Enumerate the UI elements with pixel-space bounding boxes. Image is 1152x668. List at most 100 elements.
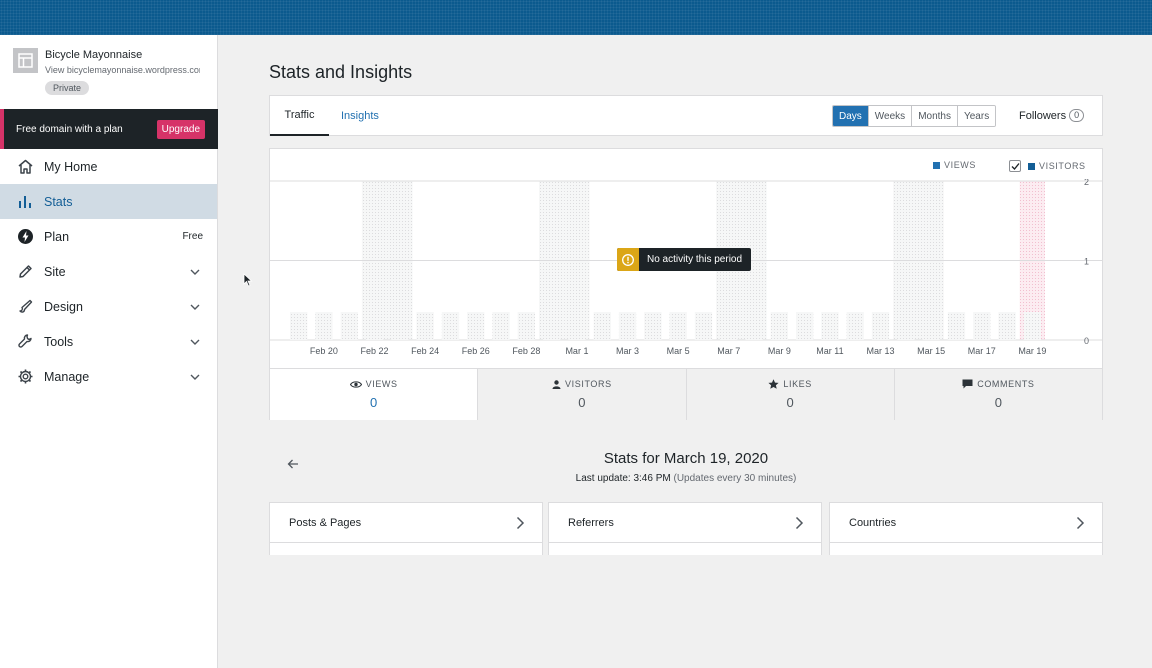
followers-label: Followers [1019,109,1067,122]
chart-bar [593,312,611,340]
tab-traffic[interactable]: Traffic [270,96,329,136]
sidebar-item-manage[interactable]: Manage [0,359,217,394]
site-card[interactable]: Bicycle Mayonnaise View bicyclemayonnais… [0,35,217,109]
upgrade-button[interactable]: Upgrade [156,119,205,139]
chart-bar [290,312,308,340]
chart-bar [467,312,485,340]
chart-bar [492,312,510,340]
chart-bar [669,312,687,340]
summary-tab-views[interactable]: VIEWS 0 [270,369,478,420]
period-days-button[interactable]: Days [833,106,868,126]
wrench-icon [18,334,32,348]
chart-bar [871,312,890,340]
sidebar-item-label: Design [44,299,83,314]
sidebar-item-label: Plan [44,229,70,244]
sidebar-item-plan[interactable]: Plan Free [0,219,217,254]
chart-bar [720,312,738,340]
chevron-down-icon[interactable] [189,336,201,348]
legend-visitors-label: VISITORS [1039,161,1086,171]
visitors-checkbox[interactable] [1009,160,1021,172]
chart-bar [517,312,535,340]
summary-views-value: 0 [370,395,378,410]
chart-bar [897,312,915,340]
chevron-right-icon[interactable] [1074,516,1086,530]
sidebar-item-tools[interactable]: Tools [0,324,217,359]
legend-visitors[interactable]: VISITORS [1009,160,1086,172]
chevron-down-icon[interactable] [189,301,201,313]
stats-summary-tabs: VIEWS 0 VISITORS 0 LIKES 0 COMMENTS 0 [270,368,1102,420]
home-icon [18,159,33,174]
star-icon [768,379,779,389]
x-tick-label: Feb 20 [310,346,338,356]
free-domain-promo[interactable]: Free domain with a plan Upgrade [0,109,218,149]
chevron-right-icon[interactable] [793,516,805,530]
chart-bar [1023,312,1041,340]
summary-visitors-label: VISITORS [565,379,612,389]
tooltip-text: No activity this period [647,254,743,265]
summary-tab-likes[interactable]: LIKES 0 [685,369,894,420]
period-selector: Days Weeks Months Years [832,105,997,127]
private-badge: Private [45,81,90,95]
plan-free-label: Free [182,231,203,242]
sidebar: Bicycle Mayonnaise View bicyclemayonnais… [0,35,218,668]
summary-likes-value: 0 [786,395,794,410]
chart-bar [618,312,637,340]
stats-date-heading: Stats for March 19, 2020 [603,450,769,467]
x-tick-label: Mar 9 [768,346,791,356]
chart-bar [796,312,814,340]
page-title: Stats and Insights [269,62,413,82]
no-activity-tooltip: No activity this period [617,248,752,271]
chart-bar [973,312,991,340]
gear-icon [18,369,33,384]
legend-views-label: VIEWS [944,160,977,170]
chevron-right-icon[interactable] [514,516,526,530]
x-tick-label: Mar 3 [616,346,639,356]
checkmark-icon [1011,162,1020,170]
module-countries[interactable]: Countries [829,502,1103,555]
sidebar-item-design[interactable]: Design [0,289,217,324]
module-posts-pages[interactable]: Posts & Pages [269,502,543,555]
chevron-down-icon[interactable] [189,371,201,383]
sidebar-item-site[interactable]: Site [0,254,217,289]
chart-bar [947,312,966,340]
period-weeks-button[interactable]: Weeks [867,106,912,126]
module-referrers[interactable]: Referrers [548,502,822,555]
chart-bar [315,312,333,340]
x-tick-label: Mar 15 [917,346,945,356]
stats-tabs-card: Traffic Insights Days Weeks Months Years… [269,95,1103,136]
chart-bar [543,312,561,340]
chart-bar [416,312,434,340]
summary-views-label: VIEWS [365,379,398,389]
promo-text: Free domain with a plan [16,123,123,135]
x-tick-label: Mar 11 [816,346,843,356]
eye-icon [349,380,362,388]
sidebar-nav: My Home Stats Plan Free Site Design Tool… [0,149,217,394]
summary-comments-value: 0 [994,395,1002,410]
views-swatch [933,161,940,169]
y-tick-label: 2 [1084,179,1089,187]
site-url[interactable]: View bicyclemayonnaise.wordpress.com [45,65,200,75]
chart-bar [922,312,940,340]
chevron-down-icon[interactable] [189,266,201,278]
x-tick-label: Mar 5 [667,346,690,356]
sidebar-item-label: Manage [44,369,90,384]
summary-likes-label: LIKES [783,379,812,389]
summary-comments-label: COMMENTS [977,379,1035,389]
summary-visitors-value: 0 [578,395,586,410]
period-years-button[interactable]: Years [956,106,996,126]
site-icon [13,48,38,73]
tab-insights[interactable]: Insights [341,96,379,136]
visitors-swatch [1028,162,1035,170]
period-months-button[interactable]: Months [911,106,957,126]
last-update-interval: (Updates every 30 minutes) [673,473,797,484]
summary-tab-visitors[interactable]: VISITORS 0 [477,369,686,420]
summary-tab-comments[interactable]: COMMENTS 0 [893,369,1102,420]
x-tick-label: Mar 17 [968,346,996,356]
x-tick-label: Feb 24 [411,346,439,356]
x-tick-label: Feb 22 [361,346,389,356]
chart-bar [821,312,839,340]
plan-bolt-icon [18,229,33,244]
sidebar-item-stats[interactable]: Stats [0,184,217,219]
sidebar-item-my-home[interactable]: My Home [0,149,217,184]
followers-link[interactable]: Followers 0 [1019,109,1085,122]
